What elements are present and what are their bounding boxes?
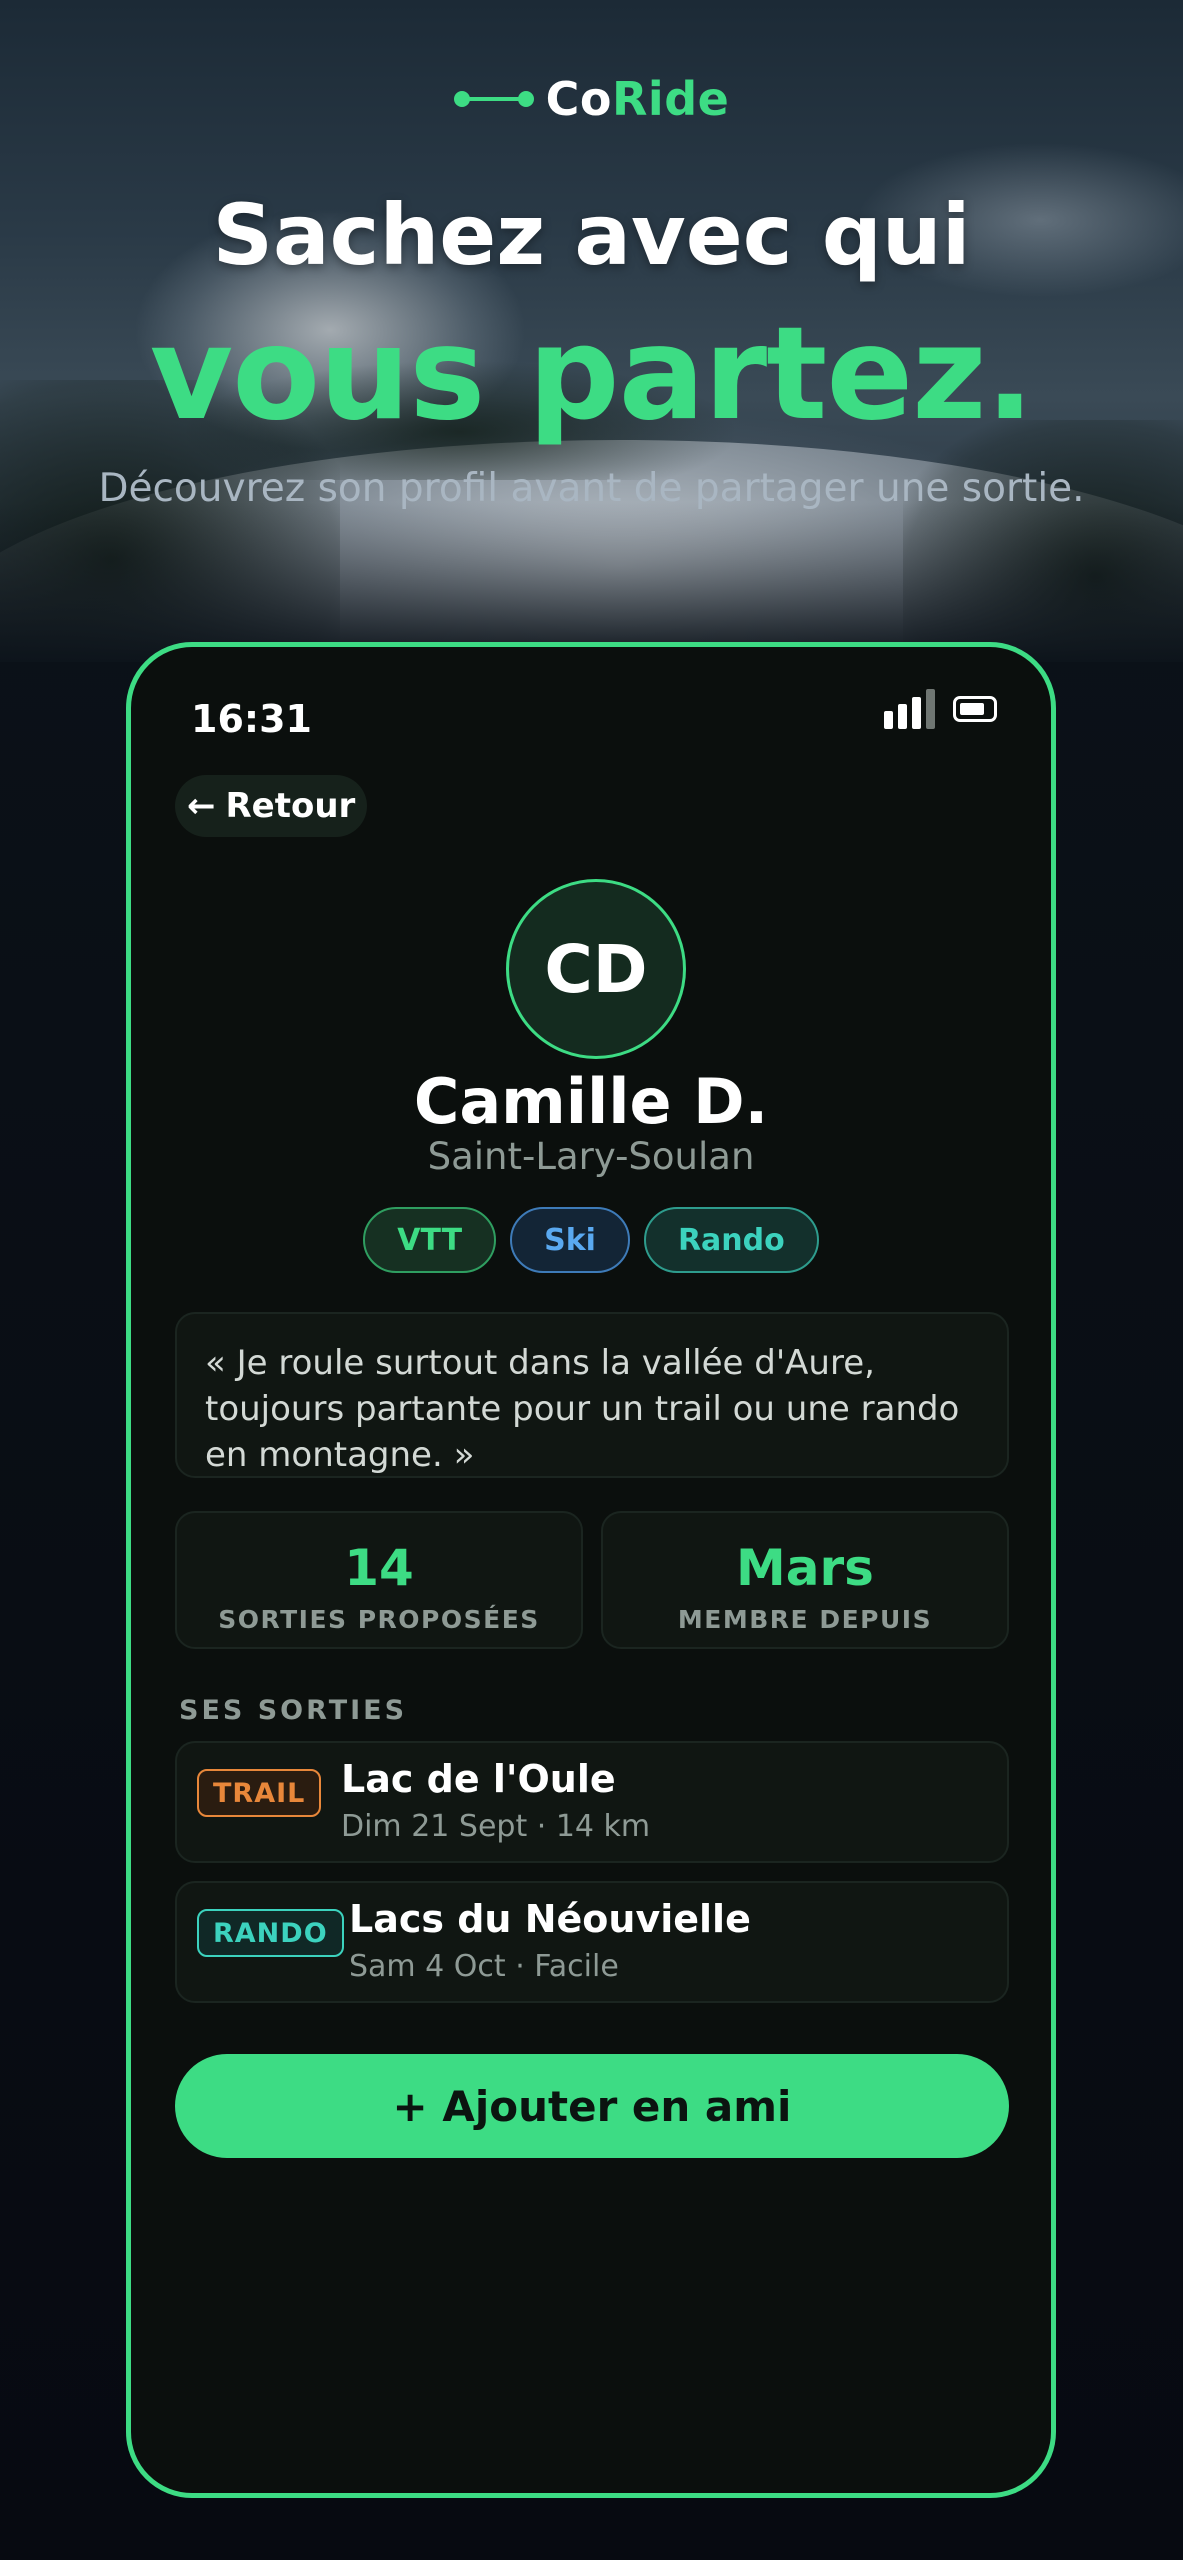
rides-section-title: SES SORTIES — [179, 1695, 408, 1726]
tag-vtt: VTT — [363, 1207, 497, 1273]
tag-rando: Rando — [643, 1207, 819, 1273]
stat-card-membre: Mars MEMBRE DEPUIS — [601, 1511, 1009, 1649]
profile-name: Camille D. — [413, 1065, 769, 1138]
brand-logo: CoRide — [0, 72, 1183, 126]
profile-location: Saint-Lary-Soulan — [427, 1135, 755, 1178]
ride-meta: Sam 4 Oct · Facile — [349, 1949, 619, 1984]
hero-headline-line1: Sachez avec qui — [212, 186, 971, 284]
landing-page: CoRide Sachez avec qui vous partez. Déco… — [0, 0, 1183, 2560]
brand-name-part2: Ride — [612, 72, 730, 126]
back-button[interactable]: ← Retour — [175, 775, 368, 837]
stat-card-sorties: 14 SORTIES PROPOSÉES — [175, 1511, 583, 1649]
add-friend-button[interactable]: + Ajouter en ami — [175, 2054, 1009, 2158]
battery-icon — [953, 696, 997, 722]
route-dots-icon — [453, 87, 534, 111]
activity-tags: VTT Ski Rando — [131, 1207, 1051, 1273]
avatar: CD — [506, 879, 686, 1059]
ride-title: Lacs du Néouvielle — [349, 1897, 751, 1941]
hero-fade — [0, 502, 1183, 662]
signal-icon — [884, 689, 935, 729]
stat-label: SORTIES PROPOSÉES — [218, 1605, 540, 1634]
ride-card[interactable]: TRAIL Lac de l'Oule Dim 21 Sept · 14 km — [175, 1741, 1009, 1863]
hero-section: CoRide Sachez avec qui vous partez. Déco… — [0, 0, 1183, 662]
stat-label: MEMBRE DEPUIS — [677, 1605, 933, 1634]
ride-meta: Dim 21 Sept · 14 km — [341, 1809, 651, 1844]
arrow-left-icon: ← — [187, 786, 216, 826]
ride-title: Lac de l'Oule — [341, 1757, 616, 1801]
ride-card[interactable]: RANDO Lacs du Néouvielle Sam 4 Oct · Fac… — [175, 1881, 1009, 2003]
ride-type-badge: TRAIL — [197, 1769, 322, 1817]
stat-value: 14 — [344, 1539, 414, 1597]
status-bar-time: 16:31 — [191, 697, 312, 741]
brand-name-part1: Co — [545, 72, 613, 126]
status-bar-icons — [884, 689, 997, 729]
tag-ski: Ski — [510, 1207, 630, 1273]
stat-value: Mars — [736, 1539, 874, 1597]
hero-subtitle: Découvrez son profil avant de partager u… — [98, 466, 1085, 511]
ride-type-badge: RANDO — [197, 1909, 344, 1957]
phone-mockup: 16:31 ← Retour CD Camille D. Saint-Lary-… — [126, 642, 1056, 2498]
back-button-label: Retour — [225, 786, 356, 826]
hero-headline-line2: vous partez. — [149, 300, 1035, 449]
brand-name: CoRide — [546, 72, 730, 126]
profile-bio: « Je roule surtout dans la vallée d'Aure… — [175, 1312, 1009, 1478]
